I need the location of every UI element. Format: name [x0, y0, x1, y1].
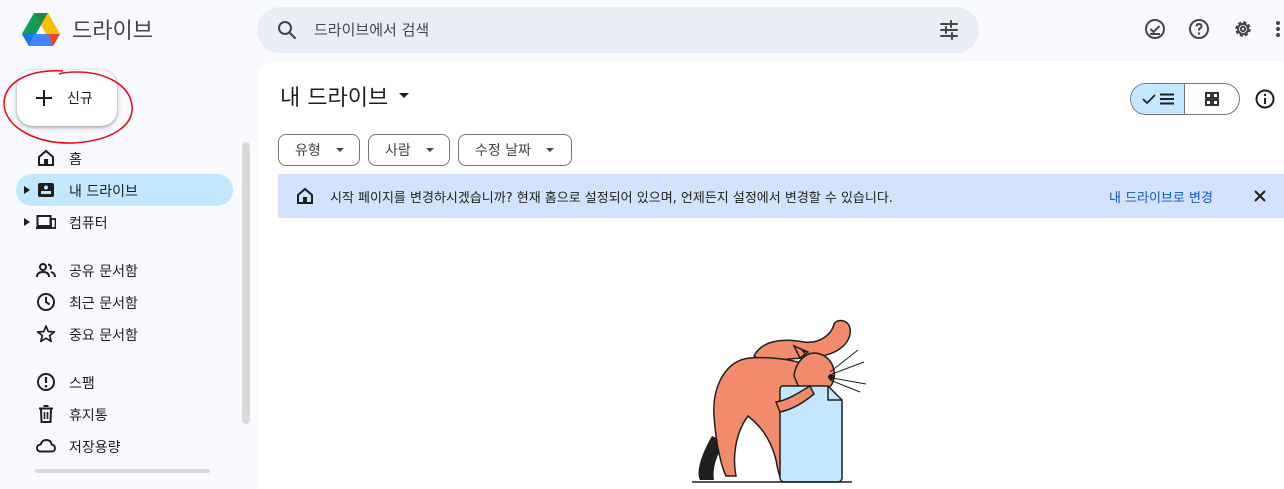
new-button[interactable]: 신규 — [17, 70, 117, 126]
settings-icon[interactable] — [1231, 17, 1255, 41]
start-page-banner: 시작 페이지를 변경하시겠습니까? 현재 홈으로 설정되어 있으며, 언제든지 … — [278, 174, 1284, 218]
dropdown-arrow-icon — [425, 148, 434, 152]
filter-label: 유형 — [295, 143, 321, 159]
sidebar-item-trash[interactable]: 휴지통 — [16, 398, 233, 430]
plus-icon — [36, 90, 52, 106]
sidebar-item-label: 휴지통 — [69, 408, 108, 424]
banner-message: 시작 페이지를 변경하시겠습니까? 현재 홈으로 설정되어 있으며, 언제든지 … — [330, 191, 893, 206]
sidebar-item-label: 최근 문서함 — [69, 296, 138, 312]
dropdown-arrow-icon — [335, 148, 344, 152]
filter-label: 사람 — [385, 143, 411, 159]
search-input[interactable] — [314, 7, 914, 53]
sidebar-item-label: 공유 문서함 — [69, 264, 138, 280]
dropdown-arrow-icon — [545, 148, 554, 152]
check-icon — [1141, 94, 1156, 105]
list-view-button[interactable] — [1131, 84, 1186, 114]
dropdown-arrow-icon — [399, 93, 410, 98]
storage-usage-bar — [35, 469, 210, 473]
home-icon — [297, 187, 313, 204]
expand-caret-icon[interactable] — [24, 218, 30, 226]
sidebar-item-shared[interactable]: 공유 문서함 — [16, 254, 233, 286]
sidebar-item-spam[interactable]: 스팸 — [16, 366, 233, 398]
sidebar-item-label: 저장용량 — [69, 440, 121, 456]
drive-logo[interactable]: 드라이브 — [22, 12, 153, 46]
info-icon[interactable] — [1254, 88, 1276, 110]
recent-icon — [37, 293, 55, 311]
app-title: 드라이브 — [72, 19, 153, 44]
view-toggle[interactable] — [1130, 83, 1240, 115]
filter-label: 수정 날짜 — [475, 143, 531, 159]
sidebar-scrollbar[interactable] — [242, 142, 250, 424]
page-title-dropdown[interactable]: 내 드라이브 — [280, 80, 410, 112]
ready-offline-icon[interactable] — [1143, 17, 1167, 41]
sidebar-item-label: 스팸 — [69, 376, 95, 392]
search-options-icon[interactable] — [937, 18, 961, 42]
filter-type[interactable]: 유형 — [278, 134, 360, 166]
search-icon[interactable] — [275, 18, 299, 42]
spam-icon — [37, 373, 55, 391]
filter-people[interactable]: 사람 — [368, 134, 450, 166]
list-view-icon — [1159, 93, 1174, 105]
my-drive-icon — [38, 183, 54, 197]
home-icon — [38, 149, 54, 166]
empty-state-cat-illustration — [692, 319, 867, 483]
apps-icon[interactable] — [1275, 17, 1284, 41]
sidebar-item-label: 중요 문서함 — [69, 328, 138, 344]
search-bar[interactable] — [257, 7, 979, 53]
banner-action-link[interactable]: 내 드라이브로 변경 — [1109, 187, 1213, 206]
starred-icon — [36, 325, 56, 343]
sidebar-item-label: 내 드라이브 — [69, 184, 138, 200]
sidebar-item-recent[interactable]: 최근 문서함 — [16, 286, 233, 318]
grid-view-icon — [1205, 92, 1219, 106]
close-icon[interactable] — [1250, 186, 1270, 206]
filter-modified[interactable]: 수정 날짜 — [458, 134, 572, 166]
grid-view-button[interactable] — [1185, 84, 1239, 114]
trash-icon — [39, 405, 53, 423]
expand-caret-icon[interactable] — [24, 186, 30, 194]
sidebar-item-label: 홈 — [69, 152, 82, 168]
sidebar-item-starred[interactable]: 중요 문서함 — [16, 318, 233, 350]
sidebar-item-storage[interactable]: 저장용량 — [16, 430, 233, 462]
new-button-label: 신규 — [67, 91, 93, 107]
sidebar-item-home[interactable]: 홈 — [16, 142, 233, 174]
sidebar-item-label: 컴퓨터 — [69, 216, 108, 232]
main-content: 내 드라이브 유형 사람 수정 날짜 시작 페이지를 변경하시겠습니까? 현재 … — [258, 62, 1284, 489]
help-icon[interactable] — [1187, 17, 1211, 41]
sidebar-item-computers[interactable]: 컴퓨터 — [16, 206, 233, 238]
shared-icon — [36, 263, 56, 278]
drive-logo-icon — [22, 13, 60, 46]
sidebar-item-my-drive[interactable]: 내 드라이브 — [16, 174, 233, 206]
page-title: 내 드라이브 — [280, 86, 389, 111]
computers-icon — [36, 215, 56, 229]
storage-icon — [36, 439, 56, 453]
